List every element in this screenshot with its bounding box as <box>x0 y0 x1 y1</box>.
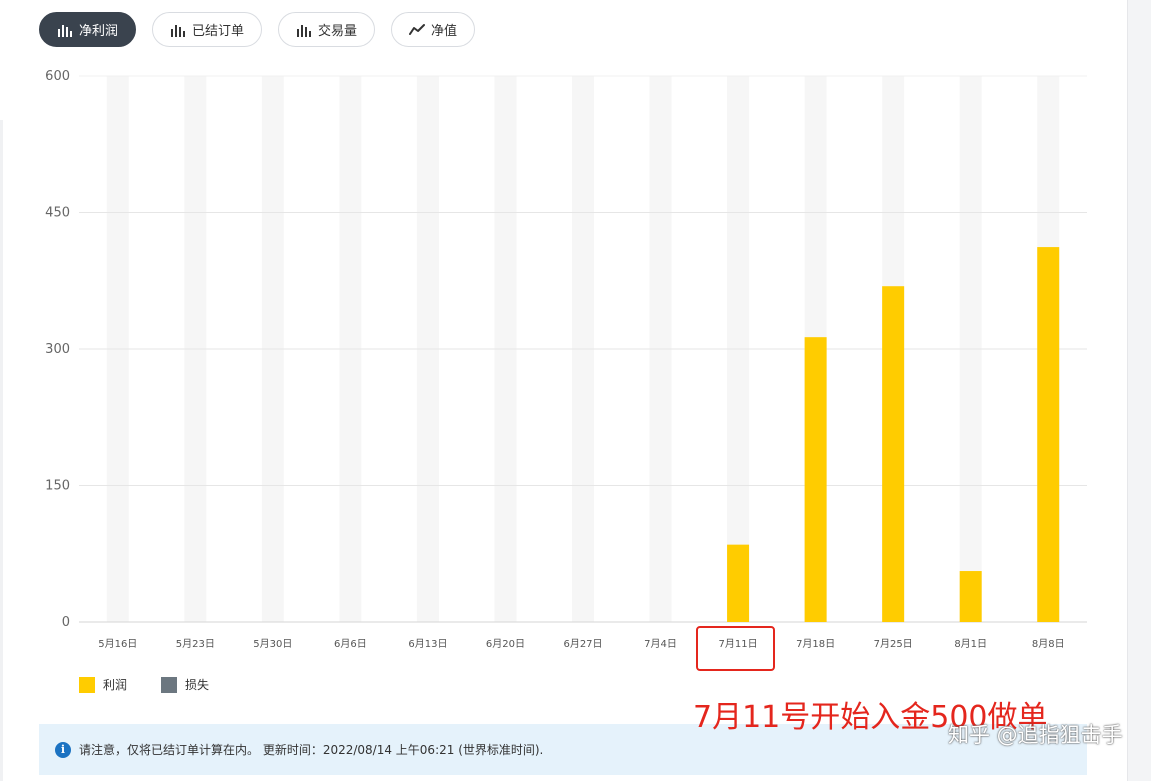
bar-profit <box>804 337 827 622</box>
legend-swatch-loss <box>161 676 178 693</box>
x-tick-label: 5月23日 <box>176 638 215 650</box>
x-tick-label: 6月13日 <box>408 638 447 650</box>
x-tick-label: 7月18日 <box>796 638 835 650</box>
info-icon: i <box>55 741 71 758</box>
notice-text: 请注意，仅将已结订单计算在内。 更新时间：2022/08/14 上午06:21 … <box>79 743 544 757</box>
y-tick-label: 0 <box>62 615 70 630</box>
chart-legend: 利润 损失 <box>79 676 209 693</box>
legend-swatch-profit <box>79 676 95 693</box>
legend-label-loss: 损失 <box>185 678 210 692</box>
x-tick-label: 5月16日 <box>98 638 137 650</box>
y-tick-label: 450 <box>45 206 70 221</box>
bar-profit <box>727 544 750 622</box>
bar-profit <box>1037 247 1060 622</box>
x-tick-label: 8月1日 <box>954 638 987 650</box>
y-tick-label: 150 <box>45 479 70 494</box>
watermark: 知乎 @追指狙击手 <box>948 723 1123 747</box>
highlight-box <box>696 626 775 671</box>
x-tick-label: 7月25日 <box>874 638 913 650</box>
x-tick-label: 5月30日 <box>253 638 292 650</box>
x-tick-label: 8月8日 <box>1032 638 1065 650</box>
x-tick-label: 6月27日 <box>563 638 602 650</box>
x-tick-label: 6月20日 <box>486 638 525 650</box>
legend-item-profit[interactable]: 利润 <box>79 676 127 693</box>
x-tick-label: 7月4日 <box>644 638 677 650</box>
y-tick-label: 300 <box>45 342 70 357</box>
legend-item-loss[interactable]: 损失 <box>161 676 209 693</box>
x-tick-label: 6月6日 <box>334 638 367 650</box>
bar-profit <box>882 286 905 622</box>
legend-label-profit: 利润 <box>103 678 128 692</box>
y-tick-label: 600 <box>45 69 70 84</box>
net-profit-bar-chart: 0 150 300 450 600 5月16日 5月23日 5月30日 6月6日 6月13日 6月2… <box>45 69 1087 650</box>
bar-profit <box>959 571 982 622</box>
